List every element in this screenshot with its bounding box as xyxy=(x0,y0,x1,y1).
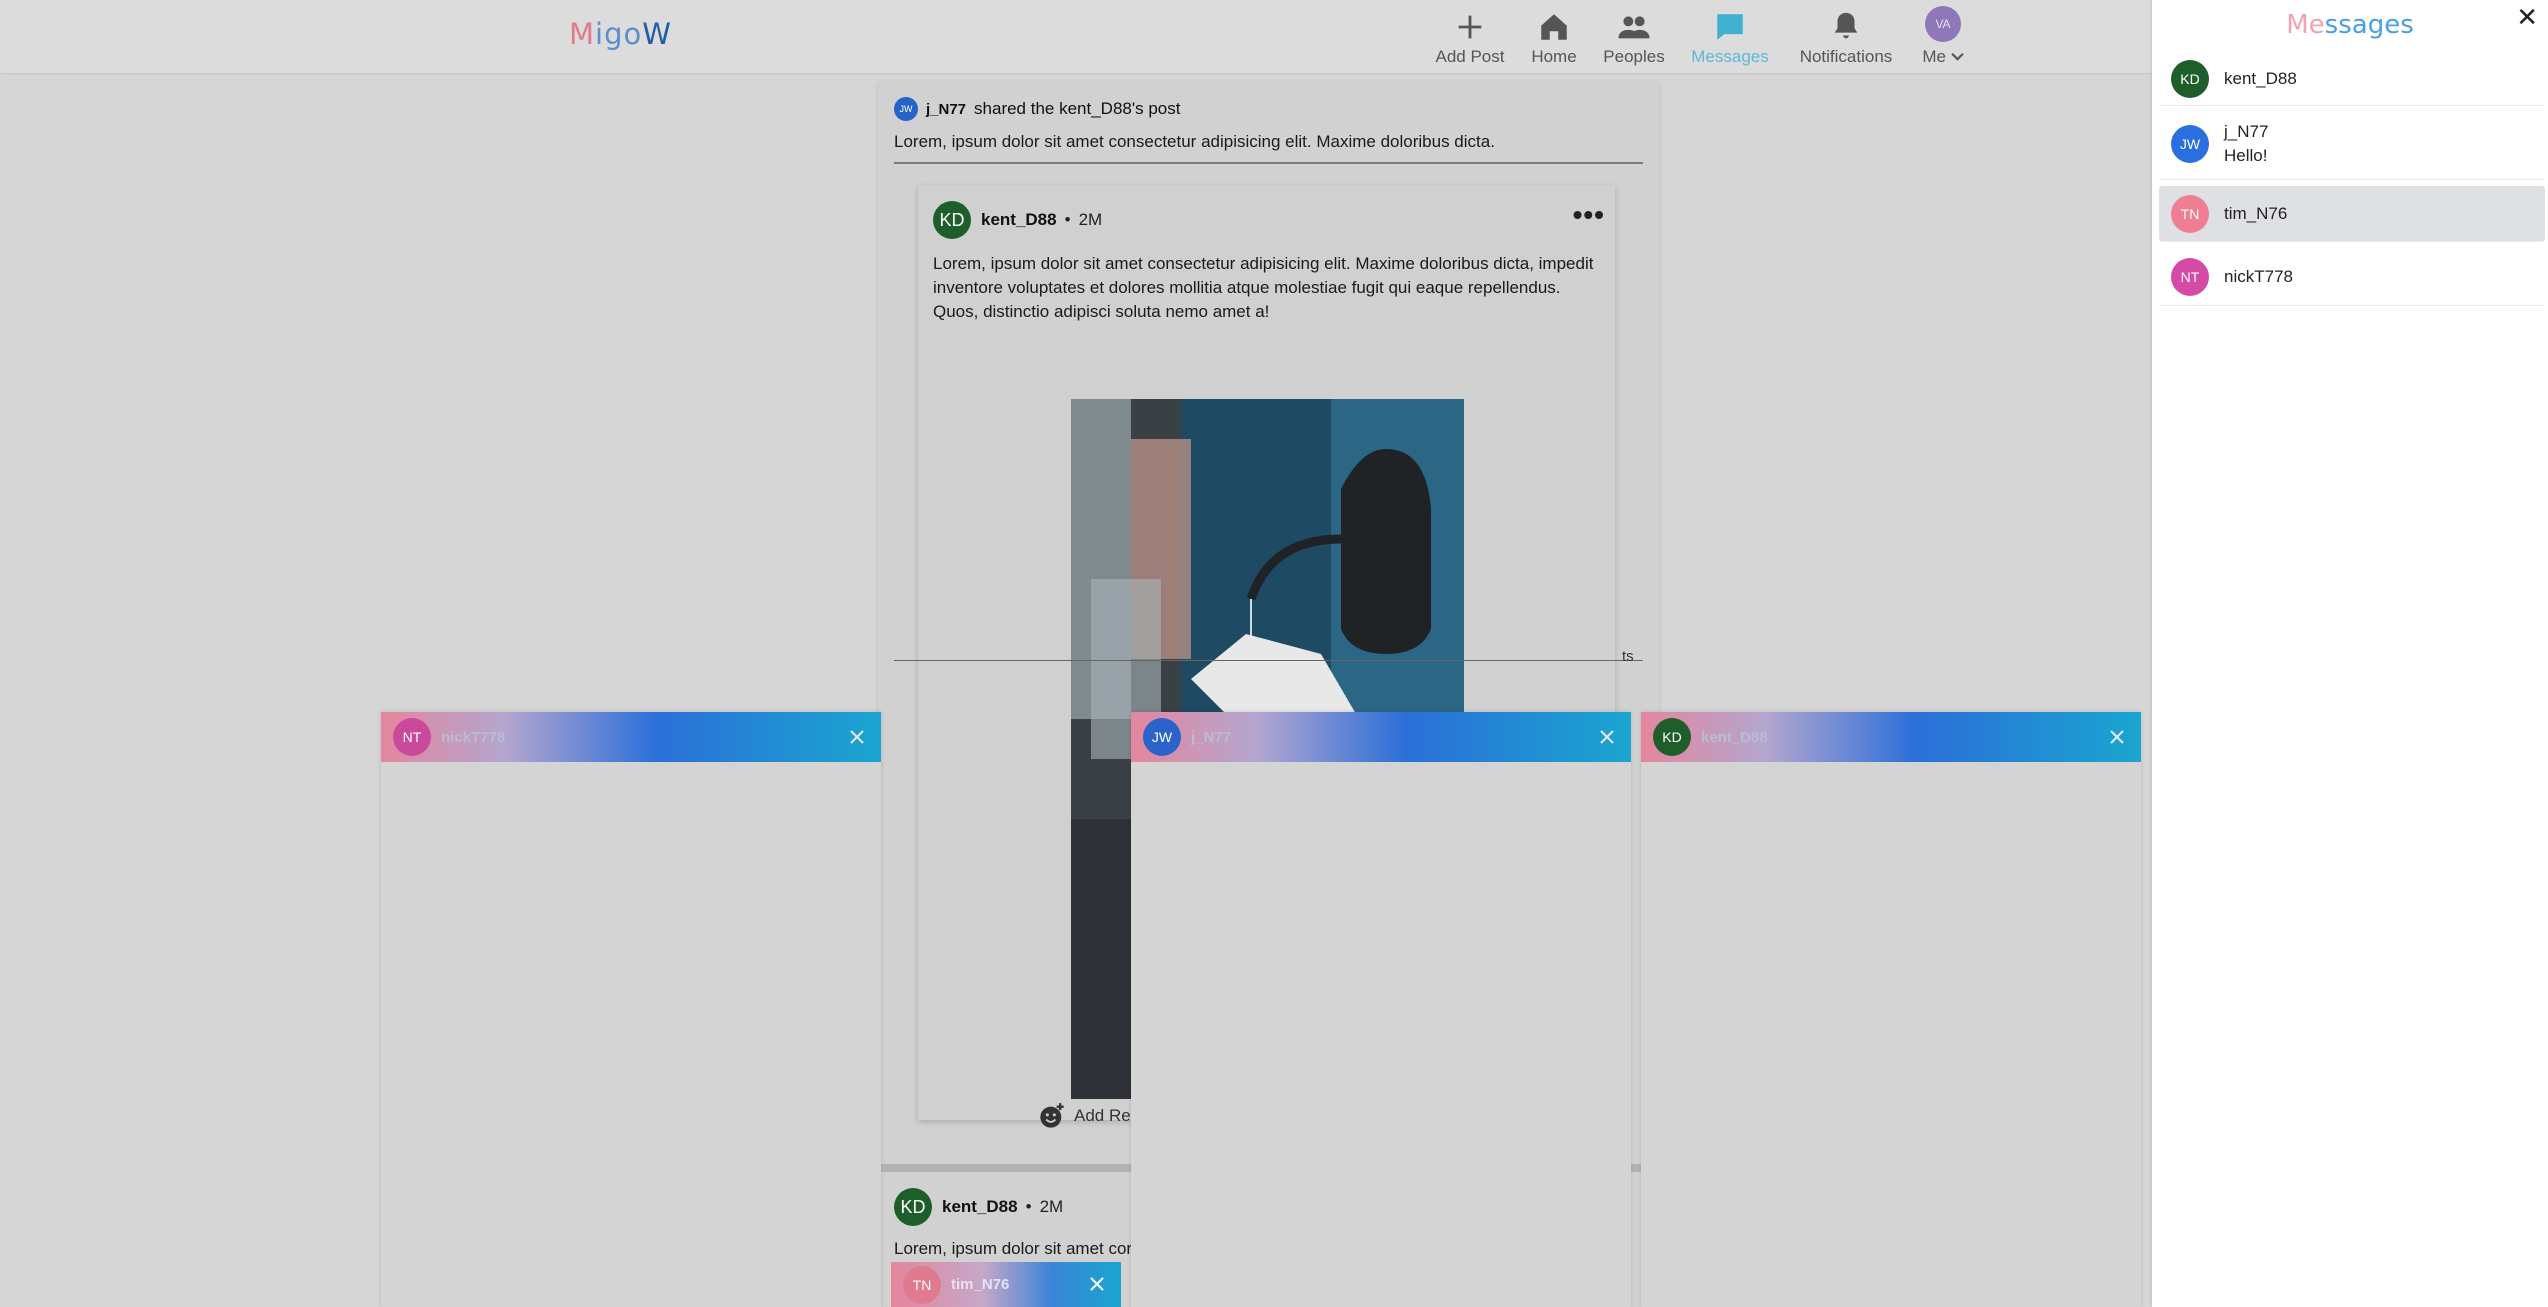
add-reaction-icon xyxy=(1040,1103,1064,1128)
conversation-preview: Hello! xyxy=(2224,145,2268,165)
chat-window-kent_D88[interactable]: KD kent_D88 xyxy=(1641,712,2141,1307)
share-action-text: shared the kent_D88's post xyxy=(974,99,1181,118)
messages-panel-title: Messages xyxy=(2152,10,2548,40)
close-panel-icon[interactable]: ✕ xyxy=(2516,2,2538,33)
conversation-name: kent_D88 xyxy=(2224,68,2297,88)
nav-notifications[interactable]: Notifications xyxy=(1796,5,1896,67)
chat-window-nickT778[interactable]: NT nickT778 xyxy=(381,712,881,1307)
conversation-text: tim_N76 xyxy=(2224,204,2287,224)
logo-letter: M xyxy=(569,17,596,51)
share-username[interactable]: j_N77 xyxy=(926,101,966,118)
logo-letters: igo xyxy=(595,17,643,51)
nav-home-label: Home xyxy=(1531,47,1577,66)
chat-username: tim_N76 xyxy=(951,1276,1010,1293)
nav-add-post[interactable]: Add Post xyxy=(1434,5,1506,67)
post-header: KD kent_D88 • 2M xyxy=(933,187,1630,239)
divider xyxy=(894,162,1643,164)
avatar: KD xyxy=(2171,59,2209,98)
post-time: 2M xyxy=(1078,210,1103,229)
post-separator: • xyxy=(1025,1197,1032,1216)
post-body-line: Lorem, ipsum dolor sit amet cor xyxy=(894,1239,1133,1258)
share-text: Lorem, ipsum dolor sit amet consectetur … xyxy=(894,132,1495,151)
conversation-item-j_N77[interactable]: JW j_N77 Hello! xyxy=(2159,108,2545,180)
post-time: 2M xyxy=(1039,1197,1064,1216)
conversation-item-kent_D88[interactable]: KD kent_D88 xyxy=(2159,52,2545,106)
home-icon xyxy=(1541,14,1567,40)
title-part: Me xyxy=(2286,10,2325,40)
share-header: JW j_N77 shared the kent_D88's post xyxy=(894,97,1180,121)
conversation-text: nickT778 xyxy=(2224,267,2293,287)
chat-window-j_N77[interactable]: JW j_N77 xyxy=(1131,712,1631,1307)
post-header: KD kent_D88 • 2M xyxy=(894,1188,1063,1226)
nav-notifications-label: Notifications xyxy=(1799,47,1893,66)
logo-letter-end: W xyxy=(642,17,672,51)
minimized-chat-tim_N76[interactable]: TN tim_N76 xyxy=(891,1262,1121,1307)
post-body: Lorem, ipsum dolor sit amet consectetur … xyxy=(933,254,1594,321)
avatar: JW xyxy=(1143,718,1181,756)
conversation-name: nickT778 xyxy=(2224,266,2293,286)
chevron-down-icon xyxy=(1950,52,1964,61)
chat-header[interactable]: NT nickT778 xyxy=(381,712,881,762)
chat-header[interactable]: JW j_N77 xyxy=(1131,712,1631,762)
chat-bubble-icon xyxy=(1717,14,1743,40)
app-logo[interactable]: MigoW xyxy=(569,17,672,51)
messages-panel: Messages ✕ KD kent_D88 JW j_N77 Hello! T… xyxy=(2152,0,2548,1307)
post-username[interactable]: kent_D88 xyxy=(981,210,1057,230)
avatar[interactable]: KD xyxy=(933,201,971,239)
post-username[interactable]: kent_D88 xyxy=(942,1197,1018,1217)
avatar[interactable]: JW xyxy=(894,97,918,121)
close-icon[interactable] xyxy=(1595,725,1619,749)
chat-header[interactable]: KD kent_D88 xyxy=(1641,712,2141,762)
close-icon[interactable] xyxy=(2105,725,2129,749)
conversation-name: tim_N76 xyxy=(2224,203,2288,223)
plus-icon xyxy=(1458,15,1482,39)
nav-peoples-label: Peoples xyxy=(1603,47,1665,66)
reactions-count-partial[interactable]: ts xyxy=(1622,648,1634,665)
chat-username: j_N77 xyxy=(1191,728,1232,746)
post-separator: • xyxy=(1064,210,1071,229)
conversation-text: kent_D88 xyxy=(2224,69,2297,89)
nav-peoples[interactable]: Peoples xyxy=(1602,5,1666,67)
more-options-icon[interactable]: ••• xyxy=(1573,199,1605,231)
chat-username: kent_D88 xyxy=(1701,728,1768,746)
avatar: JW xyxy=(2171,124,2209,163)
nav-add-post-label: Add Post xyxy=(1435,47,1505,66)
conversation-item-nickT778[interactable]: NT nickT778 xyxy=(2159,248,2545,306)
avatar: KD xyxy=(1653,718,1691,756)
divider xyxy=(894,660,1643,661)
nav-me[interactable]: VA Me xyxy=(1918,5,1968,67)
title-part: ssages xyxy=(2324,10,2414,40)
user-avatar: VA xyxy=(1925,6,1961,42)
nav-me-text: Me xyxy=(1922,47,1946,66)
avatar: NT xyxy=(393,718,431,756)
avatar: NT xyxy=(2171,257,2209,296)
conversation-text: j_N77 Hello! xyxy=(2224,122,2268,166)
people-icon xyxy=(1618,16,1650,39)
close-icon[interactable] xyxy=(1085,1272,1109,1296)
add-reaction-label: Add Re xyxy=(1074,1106,1131,1125)
avatar: TN xyxy=(903,1265,941,1304)
avatar: TN xyxy=(2171,194,2209,233)
close-icon[interactable] xyxy=(845,725,869,749)
bell-icon xyxy=(1834,12,1858,39)
nav-home[interactable]: Home xyxy=(1530,5,1578,67)
conversation-item-tim_N76[interactable]: TN tim_N76 xyxy=(2159,186,2545,242)
add-reaction-button[interactable]: Add Re xyxy=(1038,1102,1131,1130)
nav-messages[interactable]: Messages xyxy=(1690,5,1770,67)
chat-username: nickT778 xyxy=(441,728,506,746)
nav-messages-label: Messages xyxy=(1691,47,1769,66)
conversation-name: j_N77 xyxy=(2224,121,2269,141)
avatar[interactable]: KD xyxy=(894,1188,932,1226)
nav-me-label: Me xyxy=(1922,47,1964,67)
